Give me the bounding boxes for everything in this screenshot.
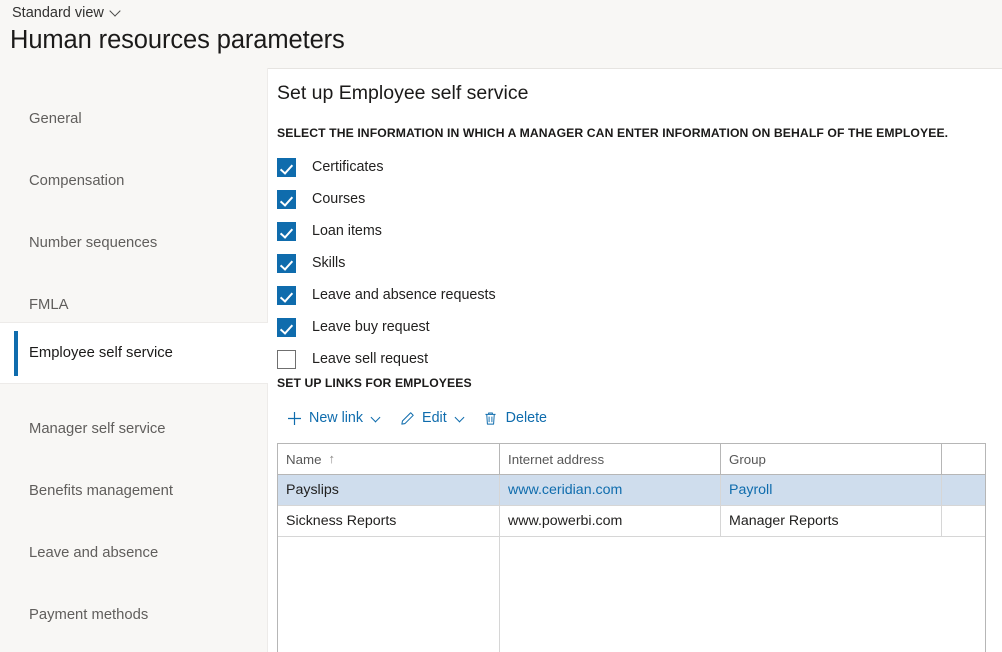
checkbox-label: Loan items — [312, 223, 382, 239]
checkbox-checked-icon[interactable] — [277, 318, 296, 337]
plus-icon — [286, 410, 302, 426]
delete-label: Delete — [506, 410, 547, 426]
view-selector-dropdown[interactable]: Standard view — [10, 4, 123, 22]
grid-cell-name[interactable]: Sickness Reports — [278, 506, 500, 536]
sidebar-item-compensation[interactable]: Compensation — [0, 150, 268, 212]
checkbox-checked-icon[interactable] — [277, 222, 296, 241]
sidebar-item-label: General — [29, 111, 82, 127]
checkbox-unchecked-icon[interactable] — [277, 350, 296, 369]
checkbox-row-leave-sell-request[interactable]: Leave sell request — [277, 343, 797, 375]
sidebar-item-label: Leave and absence — [29, 545, 158, 561]
top-header-bar: Standard view Human resources parameters — [0, 0, 1002, 68]
checkbox-label: Leave and absence requests — [312, 287, 496, 303]
sidebar-item-payment-methods[interactable]: Payment methods — [0, 584, 268, 646]
links-section-caption: SET UP LINKS FOR EMPLOYEES — [277, 376, 472, 390]
links-data-grid: Name ↑ Internet address Group Payslipswww.c… — [277, 443, 986, 652]
table-row[interactable]: Sickness Reportswww.powerbi.comManager R… — [278, 506, 985, 537]
sidebar-item-label: Benefits management — [29, 483, 173, 499]
pencil-icon — [399, 410, 415, 426]
grid-cell-name[interactable]: Payslips — [278, 475, 500, 505]
checkbox-checked-icon[interactable] — [277, 158, 296, 177]
checkbox-row-skills[interactable]: Skills — [277, 247, 797, 279]
sidebar-item-label: FMLA — [29, 297, 68, 313]
checkbox-label: Leave buy request — [312, 319, 430, 335]
sidebar-item-number-sequences[interactable]: Number sequences — [0, 212, 268, 274]
sidebar-item-employee-self-service[interactable]: Employee self service — [0, 322, 268, 384]
checkbox-group-caption: SELECT THE INFORMATION IN WHICH A MANAGE… — [277, 126, 948, 140]
chevron-down-icon — [456, 414, 465, 423]
sidebar-item-label: Compensation — [29, 173, 124, 189]
grid-toolbar: New link Edit Delete — [277, 401, 556, 435]
sidebar-item-leave-and-absence[interactable]: Leave and absence — [0, 522, 268, 584]
edit-label: Edit — [422, 410, 447, 426]
grid-column-header-internet-address[interactable]: Internet address — [500, 444, 721, 474]
column-header-label: Group — [729, 452, 766, 467]
grid-column-header-blank[interactable] — [942, 444, 985, 474]
checkbox-row-loan-items[interactable]: Loan items — [277, 215, 797, 247]
checkbox-checked-icon[interactable] — [277, 190, 296, 209]
checkbox-label: Certificates — [312, 159, 384, 175]
view-selector-label: Standard view — [12, 5, 104, 21]
delete-button[interactable]: Delete — [474, 403, 556, 433]
checkbox-row-certificates[interactable]: Certificates — [277, 151, 797, 183]
grid-cell-internet-address[interactable]: www.powerbi.com — [500, 506, 721, 536]
checkbox-checked-icon[interactable] — [277, 254, 296, 273]
sidebar-item-label: Employee self service — [29, 345, 173, 361]
sort-ascending-arrow-icon: ↑ — [328, 451, 335, 466]
checkbox-label: Skills — [312, 255, 345, 271]
trash-icon — [483, 410, 499, 426]
grid-cell-group[interactable]: Payroll — [721, 475, 942, 505]
table-row[interactable]: Payslipswww.ceridian.comPayroll — [278, 475, 985, 506]
sidebar-navigation: General Compensation Number sequences FMLA E… — [0, 68, 268, 652]
checkbox-label: Leave sell request — [312, 351, 428, 367]
grid-body: Payslipswww.ceridian.comPayrollSickness … — [278, 475, 985, 652]
sidebar-item-label: Payment methods — [29, 607, 148, 623]
checkbox-checked-icon[interactable] — [277, 286, 296, 305]
sidebar-item-manager-self-service[interactable]: Manager self service — [0, 398, 268, 460]
column-header-label: Name — [286, 452, 321, 467]
grid-cell-internet-address[interactable]: www.ceridian.com — [500, 475, 721, 505]
sidebar-item-benefits-management[interactable]: Benefits management — [0, 460, 268, 522]
column-header-label: Internet address — [508, 452, 604, 467]
chevron-down-icon — [111, 6, 121, 16]
sidebar-item-label: Manager self service — [29, 421, 166, 437]
content-panel: Set up Employee self service SELECT THE … — [268, 68, 1002, 652]
grid-column-header-name[interactable]: Name ↑ — [278, 444, 500, 474]
sidebar-item-label: Number sequences — [29, 235, 157, 251]
section-title: Set up Employee self service — [277, 82, 528, 105]
checkbox-row-leave-buy-request[interactable]: Leave buy request — [277, 311, 797, 343]
grid-empty-area — [278, 537, 500, 652]
page-title: Human resources parameters — [10, 26, 345, 55]
new-link-label: New link — [309, 410, 363, 426]
chevron-down-icon — [372, 414, 381, 423]
grid-cell-group[interactable]: Manager Reports — [721, 506, 942, 536]
sidebar-item-general[interactable]: General — [0, 88, 268, 150]
grid-header-row: Name ↑ Internet address Group — [278, 444, 985, 475]
edit-button[interactable]: Edit — [390, 403, 474, 433]
new-link-button[interactable]: New link — [277, 403, 390, 433]
grid-column-header-group[interactable]: Group — [721, 444, 942, 474]
checkbox-label: Courses — [312, 191, 365, 207]
checkbox-row-leave-and-absence-requests[interactable]: Leave and absence requests — [277, 279, 797, 311]
checkbox-group: Certificates Courses Loan items Skills Leave… — [277, 151, 797, 375]
checkbox-row-courses[interactable]: Courses — [277, 183, 797, 215]
